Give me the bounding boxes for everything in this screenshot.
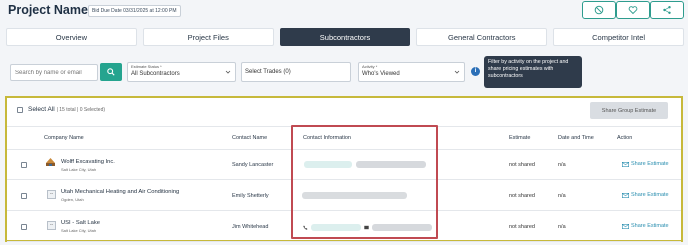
tab-bar: Overview Project Files Subcontractors Ge… <box>6 28 684 46</box>
tab-general-contractors[interactable]: General Contractors <box>416 28 548 46</box>
company-location: Salt Lake City, Utah <box>61 228 97 233</box>
contact-name: Sandy Lancaster <box>232 162 274 168</box>
estimate-status: not shared <box>509 193 535 199</box>
col-contact-name: Contact Name <box>232 135 268 141</box>
company-name[interactable]: Wolff Excavating Inc. <box>61 159 115 165</box>
contact-name: Emily Shetterly <box>232 193 269 199</box>
panel-toolbar: Select All | 15 total | 0 Selected) Shar… <box>7 98 681 126</box>
estimate-status: not shared <box>509 224 535 230</box>
col-company-name: Company Name <box>44 135 84 141</box>
estimate-status: not shared <box>509 162 535 168</box>
col-estimate: Estimate <box>509 135 531 141</box>
share-estimate-label: Share Estimate <box>631 223 669 229</box>
estimate-status-value: All Subcontractors <box>131 71 180 77</box>
mail-icon <box>622 192 629 198</box>
chevron-down-icon <box>225 70 231 74</box>
search-input[interactable] <box>10 64 98 81</box>
activity-select[interactable]: Activity * Who's Viewed <box>358 62 465 82</box>
company-logo-placeholder: -- <box>47 190 56 199</box>
company-logo-placeholder: -- <box>47 221 56 230</box>
select-all-label: Select All | 15 total | 0 Selected) <box>28 106 105 113</box>
row-checkbox[interactable] <box>21 193 27 199</box>
row-checkbox[interactable] <box>21 224 27 230</box>
date-time: n/a <box>558 224 566 230</box>
activity-value: Who's Viewed <box>362 71 400 77</box>
tab-project-files[interactable]: Project Files <box>142 28 274 46</box>
activity-tooltip: Filter by activity on the project and sh… <box>484 56 582 88</box>
heart-icon <box>628 6 638 15</box>
select-all-text: Select All <box>28 106 55 113</box>
share-estimate-label: Share Estimate <box>631 192 669 198</box>
contact-name: Jim Whitehead <box>232 224 269 230</box>
date-time: n/a <box>558 193 566 199</box>
selection-count: | 15 total | 0 Selected) <box>56 107 106 113</box>
trades-select[interactable]: Select Trades (0) <box>241 62 351 82</box>
info-icon[interactable]: i <box>471 67 480 76</box>
filter-bar: Estimate Status * All Subcontractors Sel… <box>0 56 688 90</box>
row-checkbox[interactable] <box>21 162 27 168</box>
share-estimate-link[interactable]: Share Estimate <box>622 223 669 229</box>
tab-subcontractors[interactable]: Subcontractors <box>279 28 411 46</box>
company-name[interactable]: Utah Mechanical Heating and Air Conditio… <box>61 189 179 195</box>
col-action: Action <box>617 135 633 141</box>
company-name[interactable]: USI - Salt Lake <box>61 220 100 226</box>
search-icon <box>107 68 115 76</box>
estimate-status-caption: Estimate Status * <box>131 64 162 69</box>
tab-competitor-intel[interactable]: Competitor Intel <box>553 28 684 46</box>
trades-value: Select Trades (0) <box>245 69 291 75</box>
search-button[interactable] <box>100 63 122 81</box>
col-date-time: Date and Time <box>558 135 594 141</box>
share-group-estimate-button[interactable]: Share Group Estimate <box>590 102 668 119</box>
estimate-status-select[interactable]: Estimate Status * All Subcontractors <box>127 62 236 82</box>
company-location: Ogden, Utah <box>61 197 84 202</box>
company-location: Salt Lake City, Utah <box>61 167 97 172</box>
tab-overview[interactable]: Overview <box>6 28 137 46</box>
share-estimate-link[interactable]: Share Estimate <box>622 161 669 167</box>
page-header: Project Name: Test Bid Due Date 03/31/20… <box>0 0 688 26</box>
share-button[interactable] <box>650 1 684 19</box>
favorite-button[interactable] <box>616 1 650 19</box>
share-icon <box>663 6 671 14</box>
activity-caption: Activity * <box>362 64 378 69</box>
hide-button[interactable] <box>582 1 616 19</box>
chevron-down-icon <box>454 70 460 74</box>
due-date-badge: Bid Due Date 03/31/2025 at 12:00 PM <box>88 5 181 17</box>
date-time: n/a <box>558 162 566 168</box>
mail-icon <box>622 223 629 229</box>
select-all-checkbox[interactable] <box>17 107 23 113</box>
wolff-logo-icon <box>46 158 55 166</box>
mail-icon <box>622 161 629 167</box>
share-estimate-label: Share Estimate <box>631 161 669 167</box>
hide-icon <box>594 5 604 15</box>
share-estimate-link[interactable]: Share Estimate <box>622 192 669 198</box>
contact-information-highlight <box>291 125 438 239</box>
